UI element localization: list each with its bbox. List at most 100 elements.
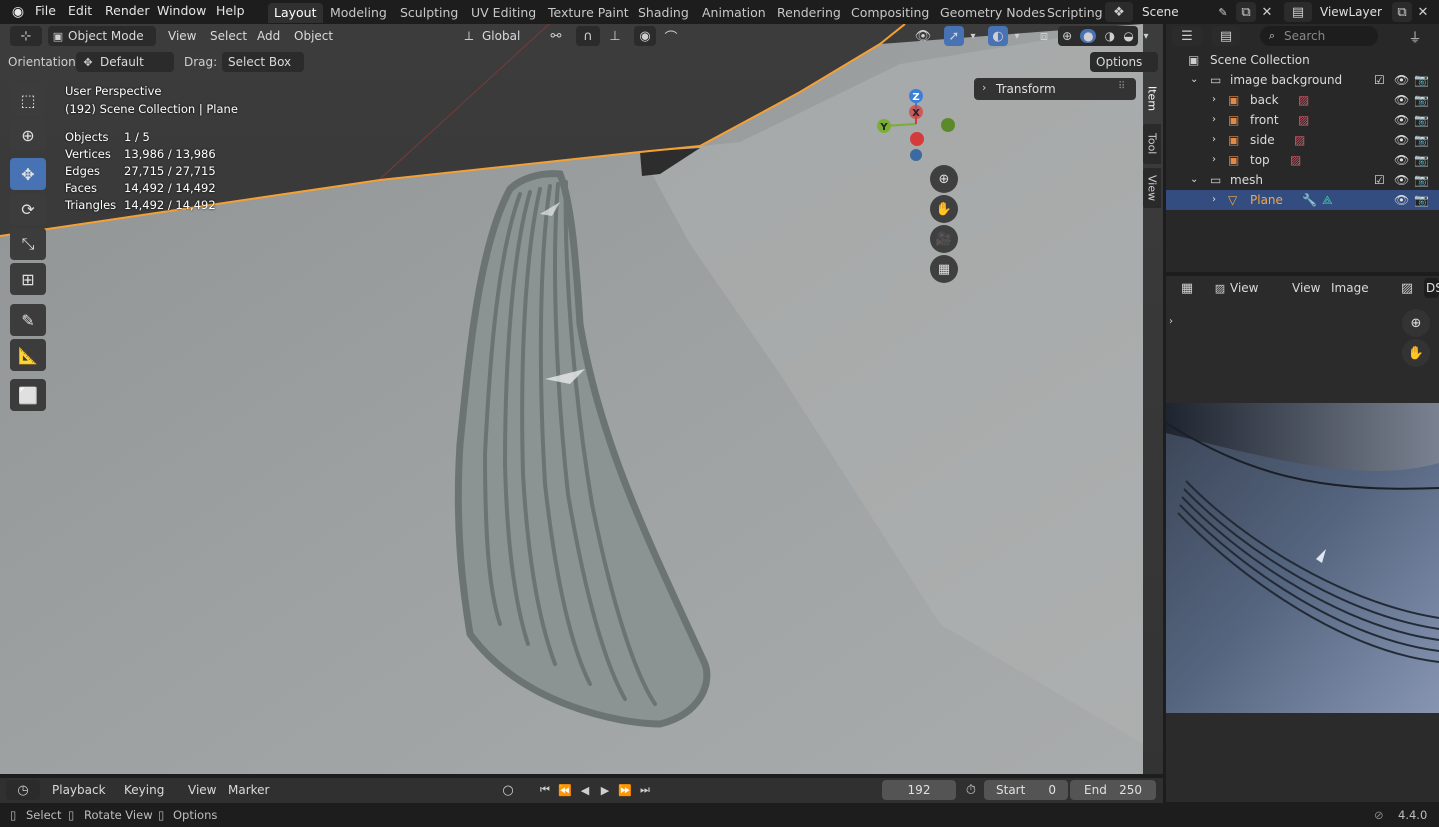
camera-render-icon[interactable]: 📷 — [1414, 90, 1429, 110]
chevron-right-icon[interactable]: › — [1212, 190, 1216, 210]
menu-edit[interactable]: Edit — [68, 3, 92, 18]
tab-layout[interactable]: Layout — [268, 3, 323, 23]
xray-toggle-icon[interactable]: ⧈ — [1034, 26, 1054, 46]
display-mode-icon[interactable]: ▤ — [1212, 26, 1240, 46]
tab-tool[interactable]: Tool — [1143, 124, 1161, 164]
image-zoom-icon[interactable]: ⊕ — [1402, 309, 1430, 337]
marker-menu[interactable]: Marker — [228, 780, 269, 800]
current-frame-field[interactable]: 192 — [882, 780, 956, 800]
gizmo-toggle-icon[interactable]: ➚ — [944, 26, 964, 46]
image-data-icon[interactable]: ▨ — [1290, 150, 1301, 170]
options-dropdown[interactable]: Options — [1090, 52, 1158, 72]
tab-shading[interactable]: Shading — [632, 3, 695, 23]
image-data-icon[interactable]: ▨ — [1298, 90, 1309, 110]
cursor-tool[interactable]: ⊕ — [10, 119, 46, 151]
mesh-data-icon[interactable]: ⟁ — [1322, 190, 1333, 210]
snap-icon[interactable]: ∩ — [576, 26, 600, 46]
new-scene-icon[interactable]: ⧉ — [1236, 2, 1256, 22]
transform-tool[interactable]: ⊞ — [10, 263, 46, 295]
image-editor-view-menu[interactable]: View — [1292, 278, 1320, 298]
camera-render-icon[interactable]: 📷 — [1414, 110, 1429, 130]
end-frame-field[interactable]: End 250 — [1070, 780, 1156, 800]
overlays-dropdown-icon[interactable]: ▾ — [1008, 26, 1026, 46]
camera-render-icon[interactable]: 📷 — [1414, 130, 1429, 150]
material-shading-icon[interactable]: ◑ — [1105, 29, 1115, 43]
eye-icon[interactable]: 👁 — [1394, 170, 1409, 190]
tab-rendering[interactable]: Rendering — [771, 3, 847, 23]
jump-start-icon[interactable]: ⏮ — [536, 780, 554, 800]
tab-view[interactable]: View — [1143, 168, 1161, 208]
wrench-modifier-icon[interactable]: 🔧 — [1302, 190, 1317, 210]
chevron-down-icon[interactable]: ⌄ — [1190, 70, 1198, 90]
select-box-tool[interactable]: ⬚ — [10, 84, 46, 116]
tab-compositing[interactable]: Compositing — [845, 3, 935, 23]
menu-render[interactable]: Render — [105, 3, 150, 18]
shading-mode-buttons[interactable]: ⊕ ● ◑ ◒ — [1058, 26, 1138, 46]
new-view-layer-icon[interactable]: ⧉ — [1392, 2, 1412, 22]
chevron-right-icon[interactable]: › — [1212, 90, 1216, 110]
outliner-row-front[interactable]: › ▣ front ▨ 👁 📷 — [1166, 110, 1439, 130]
eye-icon[interactable]: 👁 — [1394, 130, 1409, 150]
tab-texture-paint[interactable]: Texture Paint — [542, 3, 635, 23]
menu-file[interactable]: File — [35, 3, 56, 18]
keying-menu[interactable]: Keying — [118, 780, 176, 800]
menu-help[interactable]: Help — [216, 3, 245, 18]
image-editor-type-icon[interactable]: ▦ — [1172, 278, 1202, 298]
measure-tool[interactable]: 📐 — [10, 339, 46, 371]
chevron-right-icon[interactable]: › — [1212, 130, 1216, 150]
image-data-icon[interactable]: ▨ — [1298, 110, 1309, 130]
chevron-right-icon[interactable]: › — [1212, 110, 1216, 130]
outliner-row-side[interactable]: › ▣ side ▨ 👁 📷 — [1166, 130, 1439, 150]
camera-render-icon[interactable]: 📷 — [1414, 190, 1429, 210]
add-menu[interactable]: Add — [257, 26, 280, 46]
move-tool[interactable]: ✥ — [10, 158, 46, 190]
pin-icon[interactable]: ✎ — [1214, 2, 1232, 22]
navigation-gizmo[interactable]: Z X Y — [870, 84, 970, 164]
eye-icon[interactable]: 👁 — [1394, 190, 1409, 210]
tab-modeling[interactable]: Modeling — [324, 3, 393, 23]
outliner-row-image-background[interactable]: ⌄ ▭ image background ☑ 👁 📷 — [1166, 70, 1439, 90]
tab-animation[interactable]: Animation — [696, 3, 772, 23]
sidebar-toggle-icon[interactable]: › — [1166, 314, 1176, 328]
view-layer-selector-icon[interactable]: ▤ — [1284, 2, 1312, 22]
overlays-toggle-icon[interactable]: ◐ — [988, 26, 1008, 46]
scale-tool[interactable]: ⤡ — [10, 228, 46, 260]
camera-render-icon[interactable]: 📷 — [1414, 170, 1429, 190]
editor-type-icon[interactable]: ⊹ — [10, 26, 42, 46]
image-data-icon[interactable]: ▨ — [1294, 130, 1305, 150]
play-icon[interactable]: ▶ — [596, 780, 614, 800]
start-frame-field[interactable]: Start 0 — [984, 780, 1068, 800]
eye-icon[interactable]: 👁 — [1394, 150, 1409, 170]
blender-logo-icon[interactable]: ◉ — [8, 3, 28, 21]
outliner-row-mesh[interactable]: ⌄ ▭ mesh ☑ 👁 📷 — [1166, 170, 1439, 190]
visibility-icon[interactable]: 👁 — [906, 26, 940, 46]
view-menu[interactable]: View — [168, 26, 196, 46]
tab-item[interactable]: Item — [1143, 78, 1161, 120]
transform-panel-header[interactable]: › Transform ⠿ — [974, 78, 1136, 100]
outliner-row-top[interactable]: › ▣ top ▨ 👁 📷 — [1166, 150, 1439, 170]
outliner-row-back[interactable]: › ▣ back ▨ 👁 📷 — [1166, 90, 1439, 110]
tab-geometry-nodes[interactable]: Geometry Nodes — [934, 3, 1051, 23]
view-layer-name-field[interactable]: ViewLayer — [1314, 2, 1390, 22]
exclude-checkbox-icon[interactable]: ☑ — [1374, 70, 1385, 90]
zoom-icon[interactable]: ⊕ — [930, 165, 958, 193]
perspective-grid-icon[interactable]: ▦ — [930, 255, 958, 283]
shading-dropdown-icon[interactable]: ▾ — [1138, 26, 1154, 46]
proportional-editing-icon[interactable]: ◉ — [634, 26, 656, 46]
image-pan-hand-icon[interactable]: ✋ — [1402, 339, 1430, 367]
image-browse-icon[interactable]: ▨ — [1392, 278, 1422, 298]
menu-window[interactable]: Window — [157, 3, 206, 18]
drag-handle-icon[interactable]: ⠿ — [1118, 81, 1125, 92]
play-reverse-icon[interactable]: ◀ — [576, 780, 594, 800]
solid-shading-icon[interactable]: ● — [1080, 29, 1097, 43]
eye-icon[interactable]: 👁 — [1394, 90, 1409, 110]
drag-dropdown[interactable]: Select Box — [222, 52, 304, 72]
rotate-tool[interactable]: ⟳ — [10, 193, 46, 225]
auto-keying-icon[interactable]: ○ — [488, 780, 528, 800]
camera-render-icon[interactable]: 📷 — [1414, 150, 1429, 170]
camera-view-icon[interactable]: 🎥 — [930, 225, 958, 253]
outliner-editor-type-icon[interactable]: ☰ — [1172, 26, 1202, 46]
timeline-editor-type-icon[interactable]: ◷ — [6, 780, 40, 800]
pivot-point-icon[interactable]: ⚯ — [540, 26, 572, 46]
timeline-view-menu[interactable]: View — [188, 780, 216, 800]
